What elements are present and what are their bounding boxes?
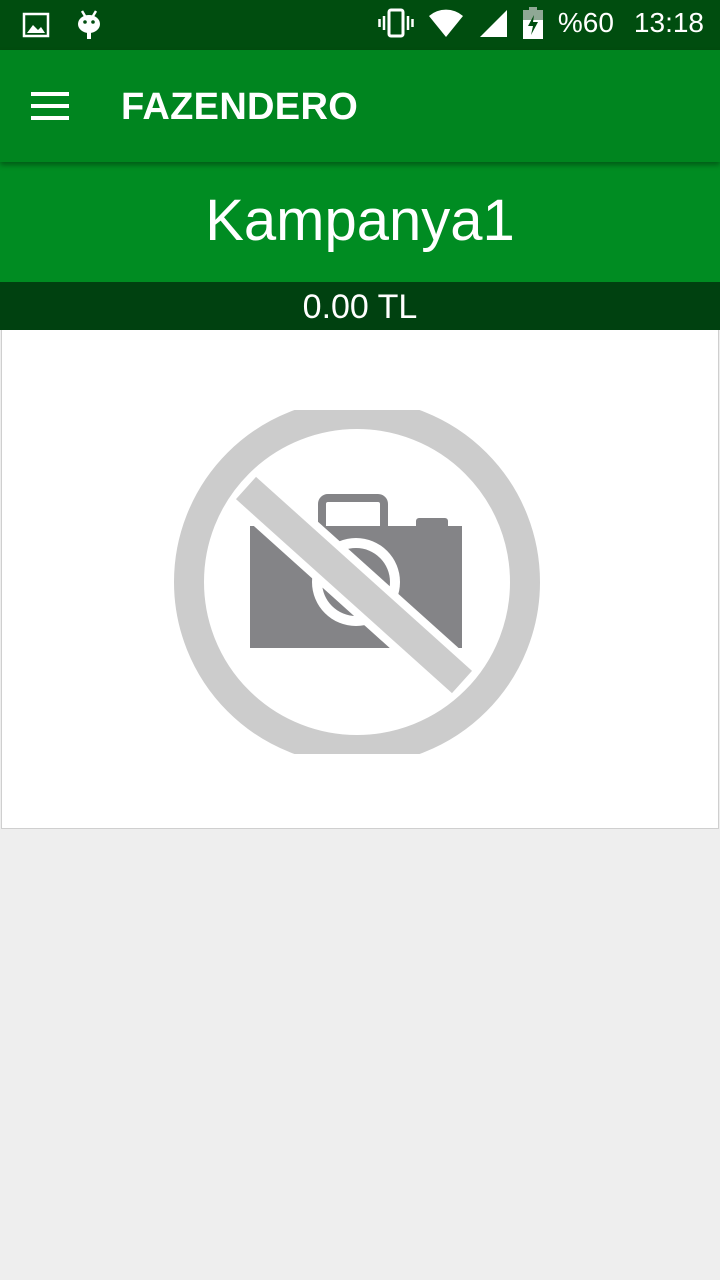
campaign-header: Kampanya1: [0, 162, 720, 282]
signal-icon: [478, 8, 508, 38]
vibrate-icon: [378, 8, 414, 38]
clock: 13:18: [633, 7, 704, 38]
battery-percent: %60: [557, 7, 614, 38]
campaign-image[interactable]: [1, 330, 719, 829]
status-right-icons: %60 13:18: [378, 7, 704, 39]
status-bar: %60 13:18: [0, 0, 720, 50]
battery-charging-icon: [522, 7, 544, 39]
app-title: FAZENDERO: [121, 86, 359, 128]
no-photo-icon: [172, 399, 544, 765]
status-left-icons: [22, 9, 102, 46]
android-icon: [76, 9, 102, 46]
price-bar: 0.00 TL: [0, 282, 720, 330]
wifi-icon: [428, 8, 464, 38]
campaign-title: Kampanya1: [205, 187, 515, 253]
hamburger-menu-icon[interactable]: [22, 78, 78, 134]
app-bar: FAZENDERO: [0, 50, 720, 162]
image-icon: [22, 12, 50, 43]
campaign-price: 0.00 TL: [302, 287, 418, 326]
